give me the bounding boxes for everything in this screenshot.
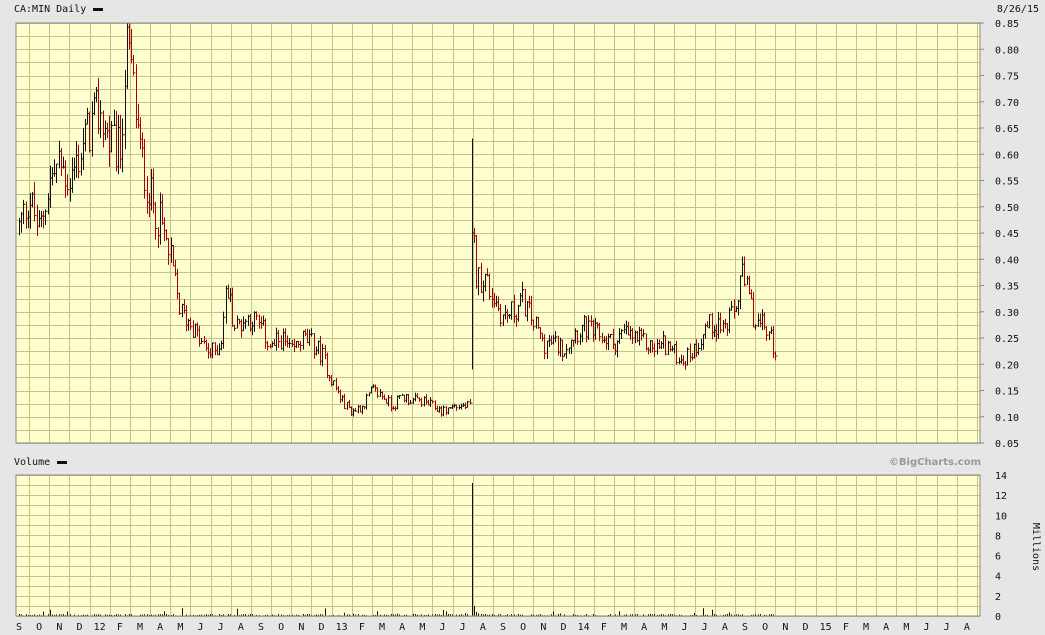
legend-line-volume <box>57 461 67 464</box>
volume-y-axis: 14 12 10 8 6 4 2 0 <box>995 471 1007 623</box>
x-tick-label: J <box>682 622 688 633</box>
x-tick-label: S <box>500 622 506 633</box>
y-tick-label: 0.40 <box>995 255 1019 266</box>
x-tick-label: M <box>419 622 425 633</box>
y-tick-label: 6 <box>995 552 1001 563</box>
x-tick-label: F <box>117 622 123 633</box>
x-tick-label: A <box>480 622 486 633</box>
x-tick-label: A <box>238 622 244 633</box>
x-tick-label: J <box>218 622 224 633</box>
x-axis-month-labels: S O N D 12 F M A M J J A S O N D 13 F M A M J J A S O N D 14 F M A M J J A S… <box>16 622 970 633</box>
x-tick-label: O <box>278 622 284 633</box>
x-tick-label: O <box>36 622 42 633</box>
y-tick-label: 2 <box>995 592 1001 603</box>
x-tick-label: J <box>924 622 930 633</box>
y-tick-label: 0.20 <box>995 360 1019 371</box>
x-tick-label: A <box>157 622 163 633</box>
y-tick-label: 12 <box>995 491 1007 502</box>
x-tick-label: S <box>258 622 264 633</box>
x-tick-label: J <box>944 622 950 633</box>
y-tick-label: 10 <box>995 511 1007 522</box>
x-tick-label: M <box>621 622 627 633</box>
x-tick-label: N <box>540 622 546 633</box>
x-tick-label: F <box>359 622 365 633</box>
y-tick-label: 0.80 <box>995 45 1019 56</box>
x-tick-label: M <box>379 622 385 633</box>
x-tick-label: M <box>137 622 143 633</box>
y-tick-label: 0.60 <box>995 150 1019 161</box>
y-tick-label: 0.55 <box>995 177 1019 188</box>
y-tick-label: 4 <box>995 572 1001 583</box>
y-tick-label: 0.45 <box>995 229 1019 240</box>
y-tick-label: 0.35 <box>995 282 1019 293</box>
price-y-axis: 0.85 0.80 0.75 0.70 0.65 0.60 0.55 0.50 0.45 0.40… <box>980 19 1019 450</box>
x-tick-label: F <box>601 622 607 633</box>
x-tick-label: M <box>903 622 909 633</box>
y-tick-label: 14 <box>995 471 1007 482</box>
y-tick-label: 0.65 <box>995 124 1019 135</box>
legend-line-price <box>93 8 103 11</box>
stock-chart: CA:MIN Daily 8/26/15 0.85 0.80 0.75 0.70 0.6… <box>0 0 1045 633</box>
x-tick-label: 12 <box>94 622 106 633</box>
chart-date: 8/26/15 <box>997 4 1039 15</box>
x-tick-label: M <box>177 622 183 633</box>
x-tick-label: F <box>843 622 849 633</box>
x-tick-label: M <box>863 622 869 633</box>
x-tick-label: D <box>76 622 82 633</box>
x-tick-label: A <box>641 622 647 633</box>
volume-header: Volume ©BigCharts.com <box>0 453 1045 469</box>
x-tick-label: M <box>661 622 667 633</box>
y-tick-label: 8 <box>995 531 1001 542</box>
x-tick-label: A <box>399 622 405 633</box>
x-tick-label: S <box>742 622 748 633</box>
x-tick-label: J <box>702 622 708 633</box>
y-tick-label: 0.15 <box>995 387 1019 398</box>
x-tick-label: 14 <box>578 622 590 633</box>
volume-axis-title: Millions <box>1030 523 1041 571</box>
x-tick-label: D <box>803 622 809 633</box>
y-tick-label: 0.05 <box>995 439 1019 450</box>
x-tick-label: N <box>298 622 304 633</box>
y-tick-label: 0.30 <box>995 308 1019 319</box>
y-tick-label: 0.75 <box>995 72 1019 83</box>
volume-plot-area <box>16 475 980 616</box>
x-tick-label: J <box>197 622 203 633</box>
x-tick-label: A <box>722 622 728 633</box>
x-tick-label: O <box>520 622 526 633</box>
x-tick-label: J <box>439 622 445 633</box>
x-tick-label: N <box>782 622 788 633</box>
x-tick-label: 15 <box>820 622 832 633</box>
y-tick-label: 0.85 <box>995 19 1019 30</box>
y-tick-label: 0.50 <box>995 203 1019 214</box>
title-strip: CA:MIN Daily 8/26/15 <box>0 0 1045 17</box>
y-tick-label: 0.10 <box>995 413 1019 424</box>
y-tick-label: 0.25 <box>995 334 1019 345</box>
x-tick-label: D <box>318 622 324 633</box>
chart-title: CA:MIN Daily <box>14 4 86 15</box>
x-tick-label: A <box>883 622 889 633</box>
x-tick-label: S <box>16 622 22 633</box>
x-tick-label: N <box>56 622 62 633</box>
y-tick-label: 0 <box>995 612 1001 623</box>
y-tick-label: 0.70 <box>995 98 1019 109</box>
x-tick-label: J <box>460 622 466 633</box>
volume-label: Volume <box>14 457 50 468</box>
x-tick-label: A <box>964 622 970 633</box>
x-tick-label: D <box>561 622 567 633</box>
watermark: ©BigCharts.com <box>889 457 981 468</box>
x-tick-label: 13 <box>336 622 348 633</box>
x-tick-label: O <box>762 622 768 633</box>
